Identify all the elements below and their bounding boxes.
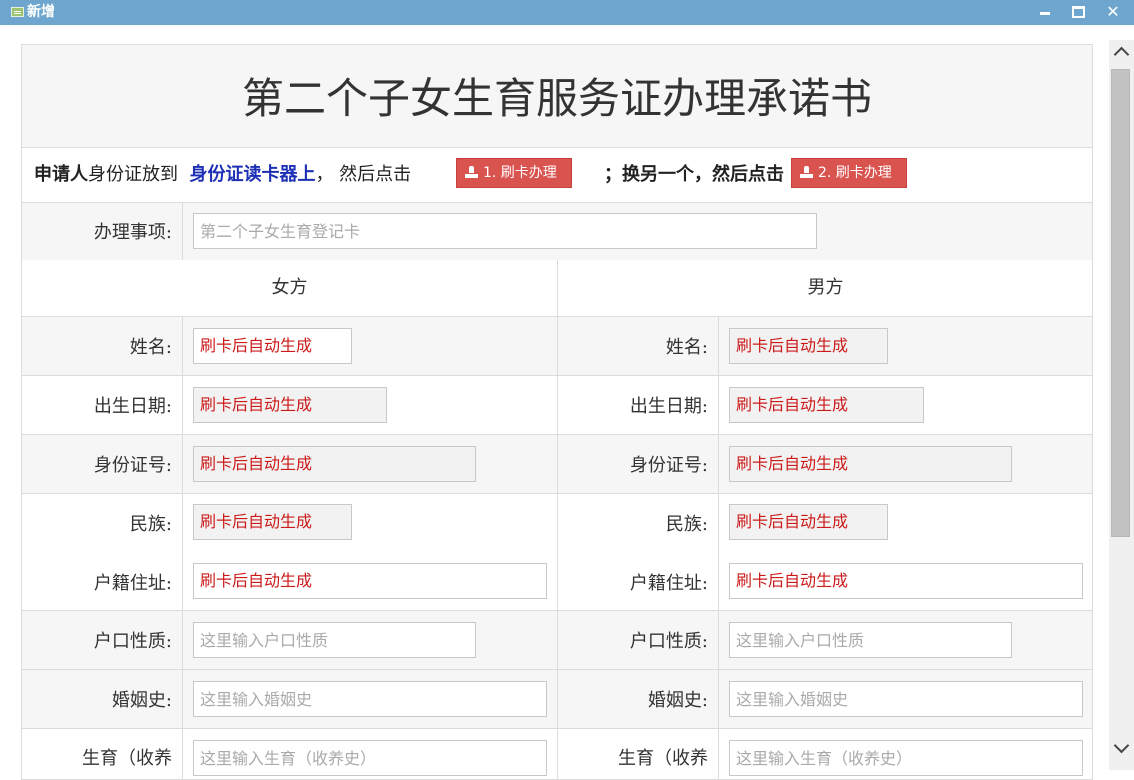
chevron-down-icon	[1113, 737, 1130, 754]
male-hukou-label: 户口性质:	[629, 631, 708, 652]
male-birthdate-field[interactable]: 刷卡后自动生成	[729, 387, 924, 423]
female-id-label: 身份证号:	[93, 455, 172, 476]
item-label: 办理事项:	[93, 222, 172, 243]
female-fertility-field[interactable]	[193, 740, 547, 776]
instruction-part3: ；换另一个，然后点击	[604, 164, 784, 185]
female-fertility-label: 生育（收养	[82, 748, 172, 769]
male-name-field[interactable]: 刷卡后自动生成	[729, 328, 888, 364]
female-marriage-label: 婚姻史:	[111, 690, 172, 711]
female-ethnicity-field[interactable]: 刷卡后自动生成	[193, 504, 352, 540]
female-id-field[interactable]: 刷卡后自动生成	[193, 446, 476, 482]
male-marriage-label: 婚姻史:	[647, 690, 708, 711]
form-header: 第二个子女生育服务证办理承诺书	[22, 45, 1092, 148]
scroll-up-button[interactable]	[1109, 40, 1134, 64]
window-title: 新增	[27, 4, 55, 20]
chevron-up-icon	[1113, 46, 1130, 63]
male-address-label: 户籍住址:	[629, 573, 708, 594]
male-hukou-field[interactable]	[729, 622, 1012, 658]
minimize-button[interactable]	[1032, 0, 1058, 24]
applicant-label: 申请人	[34, 164, 88, 185]
window-titlebar: 新增 ✕	[0, 0, 1134, 25]
female-name-label: 姓名:	[129, 337, 172, 358]
instruction-part2: ， 然后点击	[315, 164, 412, 185]
female-birthdate-label: 出生日期:	[93, 396, 172, 417]
divider	[182, 203, 183, 260]
female-ethnicity-label: 民族:	[129, 514, 172, 535]
instruction-part1: 身份证放到	[88, 164, 178, 185]
male-fertility-label: 生育（收养	[618, 748, 708, 769]
female-hukou-label: 户口性质:	[93, 631, 172, 652]
male-fertility-field[interactable]	[729, 740, 1083, 776]
card-reader-icon	[465, 166, 478, 178]
male-marriage-field[interactable]	[729, 681, 1083, 717]
female-hukou-field[interactable]	[193, 622, 476, 658]
male-id-field[interactable]: 刷卡后自动生成	[729, 446, 1012, 482]
male-name-label: 姓名:	[665, 337, 708, 358]
female-address-label: 户籍住址:	[93, 573, 172, 594]
scroll-down-button[interactable]	[1109, 736, 1134, 760]
female-column-header: 女方	[271, 277, 308, 298]
male-ethnicity-label: 民族:	[665, 514, 708, 535]
male-ethnicity-field[interactable]: 刷卡后自动生成	[729, 504, 888, 540]
female-name-field[interactable]: 刷卡后自动生成	[193, 328, 352, 364]
swipe-card-button-2[interactable]: 2. 刷卡办理	[791, 158, 907, 188]
card-reader-icon	[800, 166, 813, 178]
male-id-label: 身份证号:	[629, 455, 708, 476]
instruction-text-2: ；换另一个，然后点击	[604, 163, 784, 187]
maximize-icon	[1071, 6, 1085, 18]
divider	[182, 317, 183, 779]
commitment-form: 第二个子女生育服务证办理承诺书 申请人身份证放到 身份证读卡器上， 然后点击 ；…	[21, 44, 1093, 780]
vertical-scrollbar[interactable]	[1109, 40, 1134, 770]
close-button[interactable]: ✕	[1100, 0, 1126, 24]
scroll-thumb[interactable]	[1111, 69, 1130, 537]
page-title: 第二个子女生育服务证办理承诺书	[241, 74, 872, 123]
item-field[interactable]	[193, 213, 817, 249]
form-icon	[11, 7, 24, 17]
swipe-card-button-2-label: 2. 刷卡办理	[818, 165, 892, 181]
male-birthdate-label: 出生日期:	[629, 396, 708, 417]
female-birthdate-field[interactable]: 刷卡后自动生成	[193, 387, 387, 423]
divider	[718, 317, 719, 779]
close-icon: ✕	[1106, 2, 1120, 21]
instruction-text: 申请人身份证放到 身份证读卡器上， 然后点击	[34, 163, 411, 187]
male-address-field[interactable]: 刷卡后自动生成	[729, 563, 1083, 599]
card-reader-text: 身份证读卡器上	[189, 164, 316, 185]
swipe-card-button-1-label: 1. 刷卡办理	[483, 165, 557, 181]
minimize-icon	[1040, 11, 1050, 15]
male-column-header: 男方	[807, 277, 844, 298]
female-marriage-field[interactable]	[193, 681, 547, 717]
female-address-field[interactable]: 刷卡后自动生成	[193, 563, 547, 599]
swipe-card-button-1[interactable]: 1. 刷卡办理	[456, 158, 572, 188]
maximize-button[interactable]	[1065, 0, 1091, 24]
